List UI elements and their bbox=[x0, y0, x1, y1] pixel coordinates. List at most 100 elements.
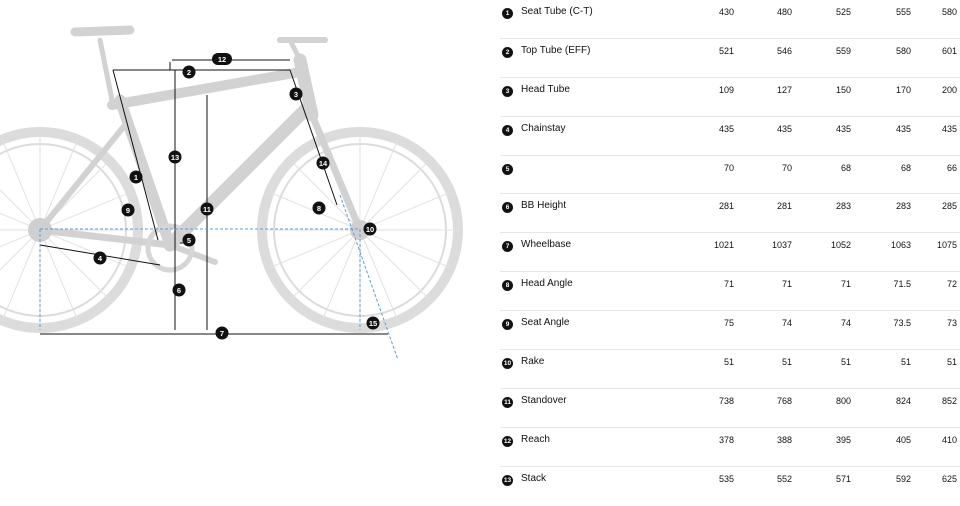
size-value: 127 bbox=[776, 84, 792, 95]
row-label: BB Height bbox=[521, 200, 567, 212]
table-row: 13 Stack 535 552 571 592 625 bbox=[500, 467, 960, 506]
size-value: 281 bbox=[776, 201, 792, 212]
row-number-badge: 7 bbox=[502, 241, 513, 253]
size-value: 1063 bbox=[890, 240, 911, 251]
size-value: 74 bbox=[781, 318, 792, 329]
row-number-badge: 10 bbox=[502, 358, 513, 370]
svg-text:3: 3 bbox=[294, 90, 298, 99]
row-number-badge: 4 bbox=[502, 124, 513, 136]
size-value: 546 bbox=[776, 45, 792, 56]
marker-10: 10 bbox=[363, 222, 377, 236]
row-label: Reach bbox=[521, 433, 550, 445]
size-value: 71 bbox=[840, 279, 851, 290]
size-value: 51 bbox=[723, 357, 734, 368]
marker-6: 6 bbox=[172, 283, 186, 297]
svg-text:10: 10 bbox=[366, 225, 374, 234]
size-value: 395 bbox=[835, 434, 851, 445]
marker-8: 8 bbox=[312, 201, 326, 215]
size-value: 435 bbox=[776, 123, 792, 134]
row-number-badge: 13 bbox=[502, 474, 513, 486]
table-row: 2 Top Tube (EFF) 521 546 559 580 601 bbox=[500, 39, 960, 78]
size-value: 200 bbox=[941, 84, 957, 95]
marker-15: 15 bbox=[366, 316, 380, 330]
row-number-badge: 9 bbox=[502, 319, 513, 331]
row-label: Head Angle bbox=[521, 278, 573, 290]
row-label: Standover bbox=[521, 394, 567, 406]
size-value: 170 bbox=[895, 84, 911, 95]
marker-9: 9 bbox=[121, 203, 135, 217]
size-value: 592 bbox=[895, 473, 911, 484]
row-label: Seat Tube (C-T) bbox=[521, 6, 593, 17]
size-value: 70 bbox=[781, 162, 792, 173]
size-value: 535 bbox=[718, 473, 734, 484]
size-value: 852 bbox=[941, 395, 957, 406]
size-value: 800 bbox=[835, 395, 851, 406]
size-value: 51 bbox=[840, 357, 851, 368]
size-value: 70 bbox=[723, 162, 734, 173]
size-value: 525 bbox=[835, 7, 851, 17]
size-value: 410 bbox=[941, 434, 957, 445]
size-value: 150 bbox=[835, 84, 851, 95]
size-value: 580 bbox=[941, 7, 957, 17]
size-value: 109 bbox=[718, 84, 734, 95]
size-value: 571 bbox=[835, 473, 851, 484]
size-value: 51 bbox=[781, 357, 792, 368]
size-value: 283 bbox=[835, 201, 851, 212]
size-value: 768 bbox=[776, 395, 792, 406]
size-value: 75 bbox=[723, 318, 734, 329]
size-value: 1075 bbox=[936, 240, 957, 251]
row-label: Chainstay bbox=[521, 122, 566, 134]
table-row: 8 Head Angle 71 71 71 71.5 72 bbox=[500, 272, 960, 312]
size-value: 552 bbox=[776, 473, 792, 484]
size-value: 285 bbox=[941, 201, 957, 212]
size-value: 281 bbox=[718, 201, 734, 212]
size-value: 1037 bbox=[771, 240, 792, 251]
row-label: Head Tube bbox=[521, 83, 570, 95]
size-value: 480 bbox=[776, 7, 792, 17]
geometry-table: 1 Seat Tube (C-T) 430 480 525 555 580 2 … bbox=[500, 0, 960, 506]
bike-illustration: 12 2 3 13 14 1 9 11 8 10 5 4 6 15 7 bbox=[0, 25, 463, 361]
svg-text:15: 15 bbox=[369, 319, 377, 328]
size-value: 625 bbox=[941, 473, 957, 484]
row-number-badge: 11 bbox=[502, 396, 513, 408]
size-value: 71.5 bbox=[893, 279, 911, 290]
size-value: 580 bbox=[895, 45, 911, 56]
row-label: Seat Angle bbox=[521, 317, 570, 329]
size-value: 430 bbox=[718, 7, 734, 17]
size-value: 73.5 bbox=[893, 318, 911, 329]
size-value: 71 bbox=[723, 279, 734, 290]
row-number-badge: 3 bbox=[502, 85, 513, 97]
size-value: 68 bbox=[840, 162, 851, 173]
svg-text:5: 5 bbox=[187, 236, 191, 245]
marker-4: 4 bbox=[93, 251, 107, 265]
table-row: 11 Standover 738 768 800 824 852 bbox=[500, 389, 960, 428]
size-value: 51 bbox=[946, 357, 957, 368]
size-value: 435 bbox=[895, 123, 911, 134]
bike-geometry-diagram: 12 2 3 13 14 1 9 11 8 10 5 4 6 15 7 bbox=[0, 0, 480, 484]
svg-text:12: 12 bbox=[218, 55, 226, 64]
svg-text:13: 13 bbox=[171, 153, 179, 162]
row-number-badge: 5 bbox=[502, 163, 513, 175]
size-value: 74 bbox=[840, 318, 851, 329]
size-value: 1052 bbox=[830, 240, 851, 251]
table-row: 6 BB Height 281 281 283 283 285 bbox=[500, 194, 960, 234]
row-number-badge: 8 bbox=[502, 280, 513, 292]
size-value: 435 bbox=[718, 123, 734, 134]
row-number-badge: 6 bbox=[502, 202, 513, 214]
svg-text:14: 14 bbox=[319, 159, 328, 168]
size-value: 1021 bbox=[713, 240, 734, 251]
marker-7: 7 bbox=[215, 326, 229, 340]
size-value: 555 bbox=[895, 7, 911, 17]
row-label: Wheelbase bbox=[521, 239, 572, 251]
svg-text:7: 7 bbox=[220, 329, 224, 338]
table-row: 9 Seat Angle 75 74 74 73.5 73 bbox=[500, 311, 960, 351]
size-value: 73 bbox=[946, 318, 957, 329]
size-value: 435 bbox=[835, 123, 851, 134]
svg-text:9: 9 bbox=[126, 206, 130, 215]
size-value: 68 bbox=[900, 162, 911, 173]
size-value: 51 bbox=[900, 357, 911, 368]
size-value: 72 bbox=[946, 279, 957, 290]
table-row: 7 Wheelbase 1021 1037 1052 1063 1075 bbox=[500, 233, 960, 273]
size-value: 738 bbox=[718, 395, 734, 406]
size-value: 559 bbox=[835, 45, 851, 56]
